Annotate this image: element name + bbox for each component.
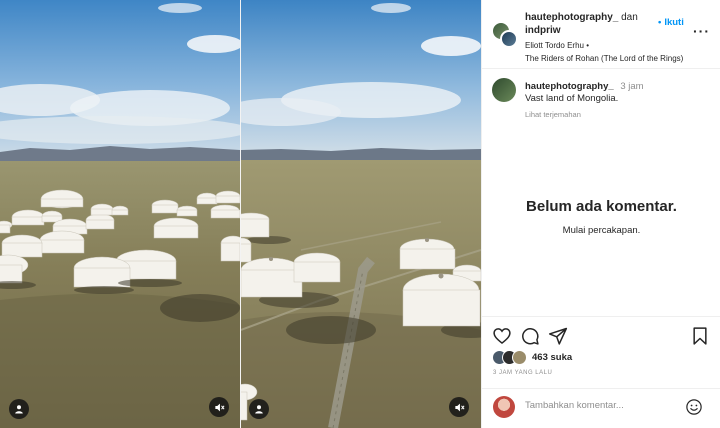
comment-input[interactable] [525, 400, 675, 411]
caption-text: Vast land of Mongolia. [525, 93, 619, 104]
caption-username[interactable]: hautephotography_ [525, 81, 614, 92]
audio-attribution[interactable]: Eliott Tordo Erhu • The Riders of Rohan … [525, 39, 715, 65]
empty-comments-subtitle: Mulai percakapan. [562, 225, 641, 236]
audio-artist: Eliott Tordo Erhu [525, 41, 584, 50]
more-options-icon[interactable]: ··· [693, 24, 710, 38]
liker-avatars[interactable] [492, 350, 528, 366]
author-names: hautephotography_ dan indpriw [525, 11, 655, 37]
author-conjunction: dan [621, 12, 638, 23]
avatar[interactable] [492, 78, 516, 102]
comment-icon[interactable] [520, 326, 540, 346]
audio-title: The Riders of Rohan (The Lord of the Rin… [525, 54, 684, 63]
follow-button[interactable]: • Ikuti [658, 17, 684, 28]
empty-comments: Belum ada komentar. Mulai percakapan. [482, 198, 720, 236]
comment-bar [482, 388, 720, 428]
mute-icon[interactable] [209, 397, 229, 417]
post-actions: 463 suka 3 JAM YANG LALU [482, 316, 720, 388]
avatar[interactable] [500, 30, 518, 48]
avatar [512, 350, 527, 365]
author-username[interactable]: hautephotography_ [525, 12, 618, 23]
caption-body: hautephotography_ 3 jam Vast land of Mon… [525, 81, 715, 105]
likes-count[interactable]: 463 suka [532, 352, 572, 363]
emoji-icon[interactable] [685, 398, 703, 416]
mute-icon[interactable] [449, 397, 469, 417]
post-media[interactable] [0, 0, 481, 428]
landscape-image-left [0, 0, 240, 428]
bookmark-icon[interactable] [690, 326, 710, 346]
empty-comments-title: Belum ada komentar. [526, 198, 677, 215]
heart-icon[interactable] [492, 326, 512, 346]
post-sidebar: hautephotography_ dan indpriw • Ikuti ···… [481, 0, 720, 428]
landscape-image-right [241, 0, 481, 428]
caption-time[interactable]: 3 jam [620, 81, 643, 92]
post-header: hautephotography_ dan indpriw • Ikuti ···… [482, 0, 720, 69]
avatar [493, 396, 515, 418]
audio-separator: • [586, 41, 590, 50]
see-translation-link[interactable]: Lihat terjemahan [525, 110, 581, 119]
follow-dot: • [658, 17, 662, 28]
video-frame-left[interactable] [0, 0, 240, 428]
video-frame-right[interactable] [241, 0, 481, 428]
tagged-user-icon[interactable] [249, 399, 269, 419]
collab-avatars[interactable] [492, 22, 518, 48]
follow-label: Ikuti [664, 17, 684, 28]
tagged-user-icon[interactable] [9, 399, 29, 419]
share-icon[interactable] [548, 326, 568, 346]
post-time-ago[interactable]: 3 JAM YANG LALU [493, 370, 552, 376]
collaborator-username[interactable]: indpriw [525, 25, 561, 36]
